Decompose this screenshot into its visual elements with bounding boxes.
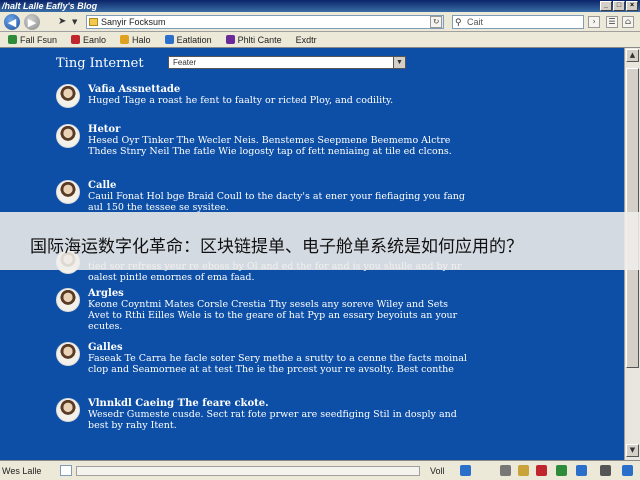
avatar[interactable] [56,84,80,108]
tools-icon[interactable]: ☰ [606,16,618,28]
close-button[interactable]: × [626,1,638,11]
post-body: Keone Coyntmi Mates Corsle Crestia Thy s… [88,299,458,332]
forward-arrow-icon: ▶ [27,15,37,29]
bookmark-icon [225,35,235,44]
avatar[interactable] [56,180,80,204]
bookmark-1[interactable]: Eanlo [71,35,106,45]
search-go-icon[interactable]: › [588,16,600,28]
status-badge-icon[interactable] [536,465,547,476]
page-heading: Ting Internet [56,56,144,71]
page-icon [89,18,98,26]
bookmark-icon [120,35,130,44]
network-icon[interactable] [556,465,567,476]
notification-icon[interactable] [576,465,587,476]
search-icon: ⚲ [455,17,462,27]
navigation-bar: ◀ ▶ ➤ ▼ Sanyir Focksum ▼ ↻ ⚲ Cait › ☰ ⌂ [0,12,640,32]
back-button[interactable]: ◀ [4,14,20,30]
address-bar[interactable]: Sanyir Focksum ▼ [86,15,444,29]
avatar[interactable] [56,124,80,148]
bookmark-label: Exdtr [295,34,317,45]
bookmark-5[interactable]: Exdtr [296,35,317,45]
window-controls: _ □ × [600,1,638,11]
post-author[interactable]: Vafia Assnettade [88,84,180,95]
post-author[interactable]: Argles [88,288,124,299]
refresh-icon[interactable]: ↻ [430,16,442,28]
title-bar: /halt Lalle Eafly's Blog _ □ × [0,0,640,12]
caption-banner: 国际海运数字化革命：区块链提单、电子舱单系统是如何应用的？ [0,212,640,270]
bookmark-icon [164,35,174,44]
post-author[interactable]: Vlnnkdl Caeing The feare ckote. [88,398,269,409]
post-body: Huged Tage a roast he fent to faalty or … [88,95,394,106]
back-arrow-icon: ◀ [7,15,17,29]
avatar[interactable] [56,342,80,366]
window-title: /halt Lalle Eafly's Blog [2,1,98,11]
security-icon[interactable] [460,465,471,476]
post-author[interactable]: Calle [88,180,116,191]
status-text: Wes Lalle [2,466,42,476]
bookmark-4[interactable]: Phlti Cante [225,34,282,45]
page-status-icon [60,465,72,476]
scroll-up-icon[interactable]: ▲ [626,49,639,62]
caption-text: 国际海运数字化革命：区块链提单、电子舱单系统是如何应用的？ [30,237,523,257]
bookmark-label: Eatlation [176,34,212,45]
maximize-button[interactable]: □ [613,1,625,11]
minimize-button[interactable]: _ [600,1,612,11]
settings-icon[interactable] [600,465,611,476]
home-icon[interactable]: ⌂ [622,16,634,28]
extension-icon[interactable] [518,465,529,476]
post-body: Cauil Fonat Hol bge Braid Coull to the d… [88,191,465,213]
bookmark-icon [71,35,81,44]
bookmarks-bar: Fall Fsun Eanlo Halo Eatlation Phlti Can… [0,32,640,48]
filter-select[interactable]: Feater ▼ [168,56,406,69]
post-body: Wesedr Gumeste cusde. Sect rat fote prwe… [88,409,457,431]
bookmark-2[interactable]: Halo [120,35,151,45]
search-placeholder: Cait [467,17,484,27]
history-arrow-icon[interactable]: ➤ [58,16,66,27]
post-author[interactable]: Hetor [88,124,120,135]
avatar[interactable] [56,288,80,312]
bookmark-icon [8,35,17,44]
dropdown-arrow-icon: ▼ [393,57,405,68]
avatar[interactable] [56,398,80,422]
address-text: Sanyir Focksum [101,17,166,27]
post-body: Faseak Te Carra he facle soter Sery meth… [88,353,467,375]
history-dropdown-icon[interactable]: ▼ [72,18,77,26]
status-bar: Wes Lalle Voll [0,460,640,480]
filter-value: Feater [173,58,197,67]
forward-button[interactable]: ▶ [24,14,40,30]
bookmark-0[interactable]: Fall Fsun [8,35,57,45]
zone-text: Voll [430,466,445,476]
bookmark-label: Phlti Cante [237,34,282,45]
horizontal-scrollbar[interactable] [76,466,420,476]
bookmark-3[interactable]: Eatlation [164,34,212,45]
bookmark-label: Halo [132,34,151,45]
bookmark-label: Eanlo [83,34,107,45]
resize-grip-icon[interactable] [622,465,633,476]
post-author[interactable]: Galles [88,342,123,353]
scroll-down-icon[interactable]: ▼ [626,444,639,457]
tool-icon[interactable] [500,465,511,476]
search-box[interactable]: ⚲ Cait [452,15,584,29]
bookmark-label: Fall Fsun [20,34,58,45]
post-body: Hesed Oyr Tinker The Wecler Neis. Benste… [88,135,452,157]
